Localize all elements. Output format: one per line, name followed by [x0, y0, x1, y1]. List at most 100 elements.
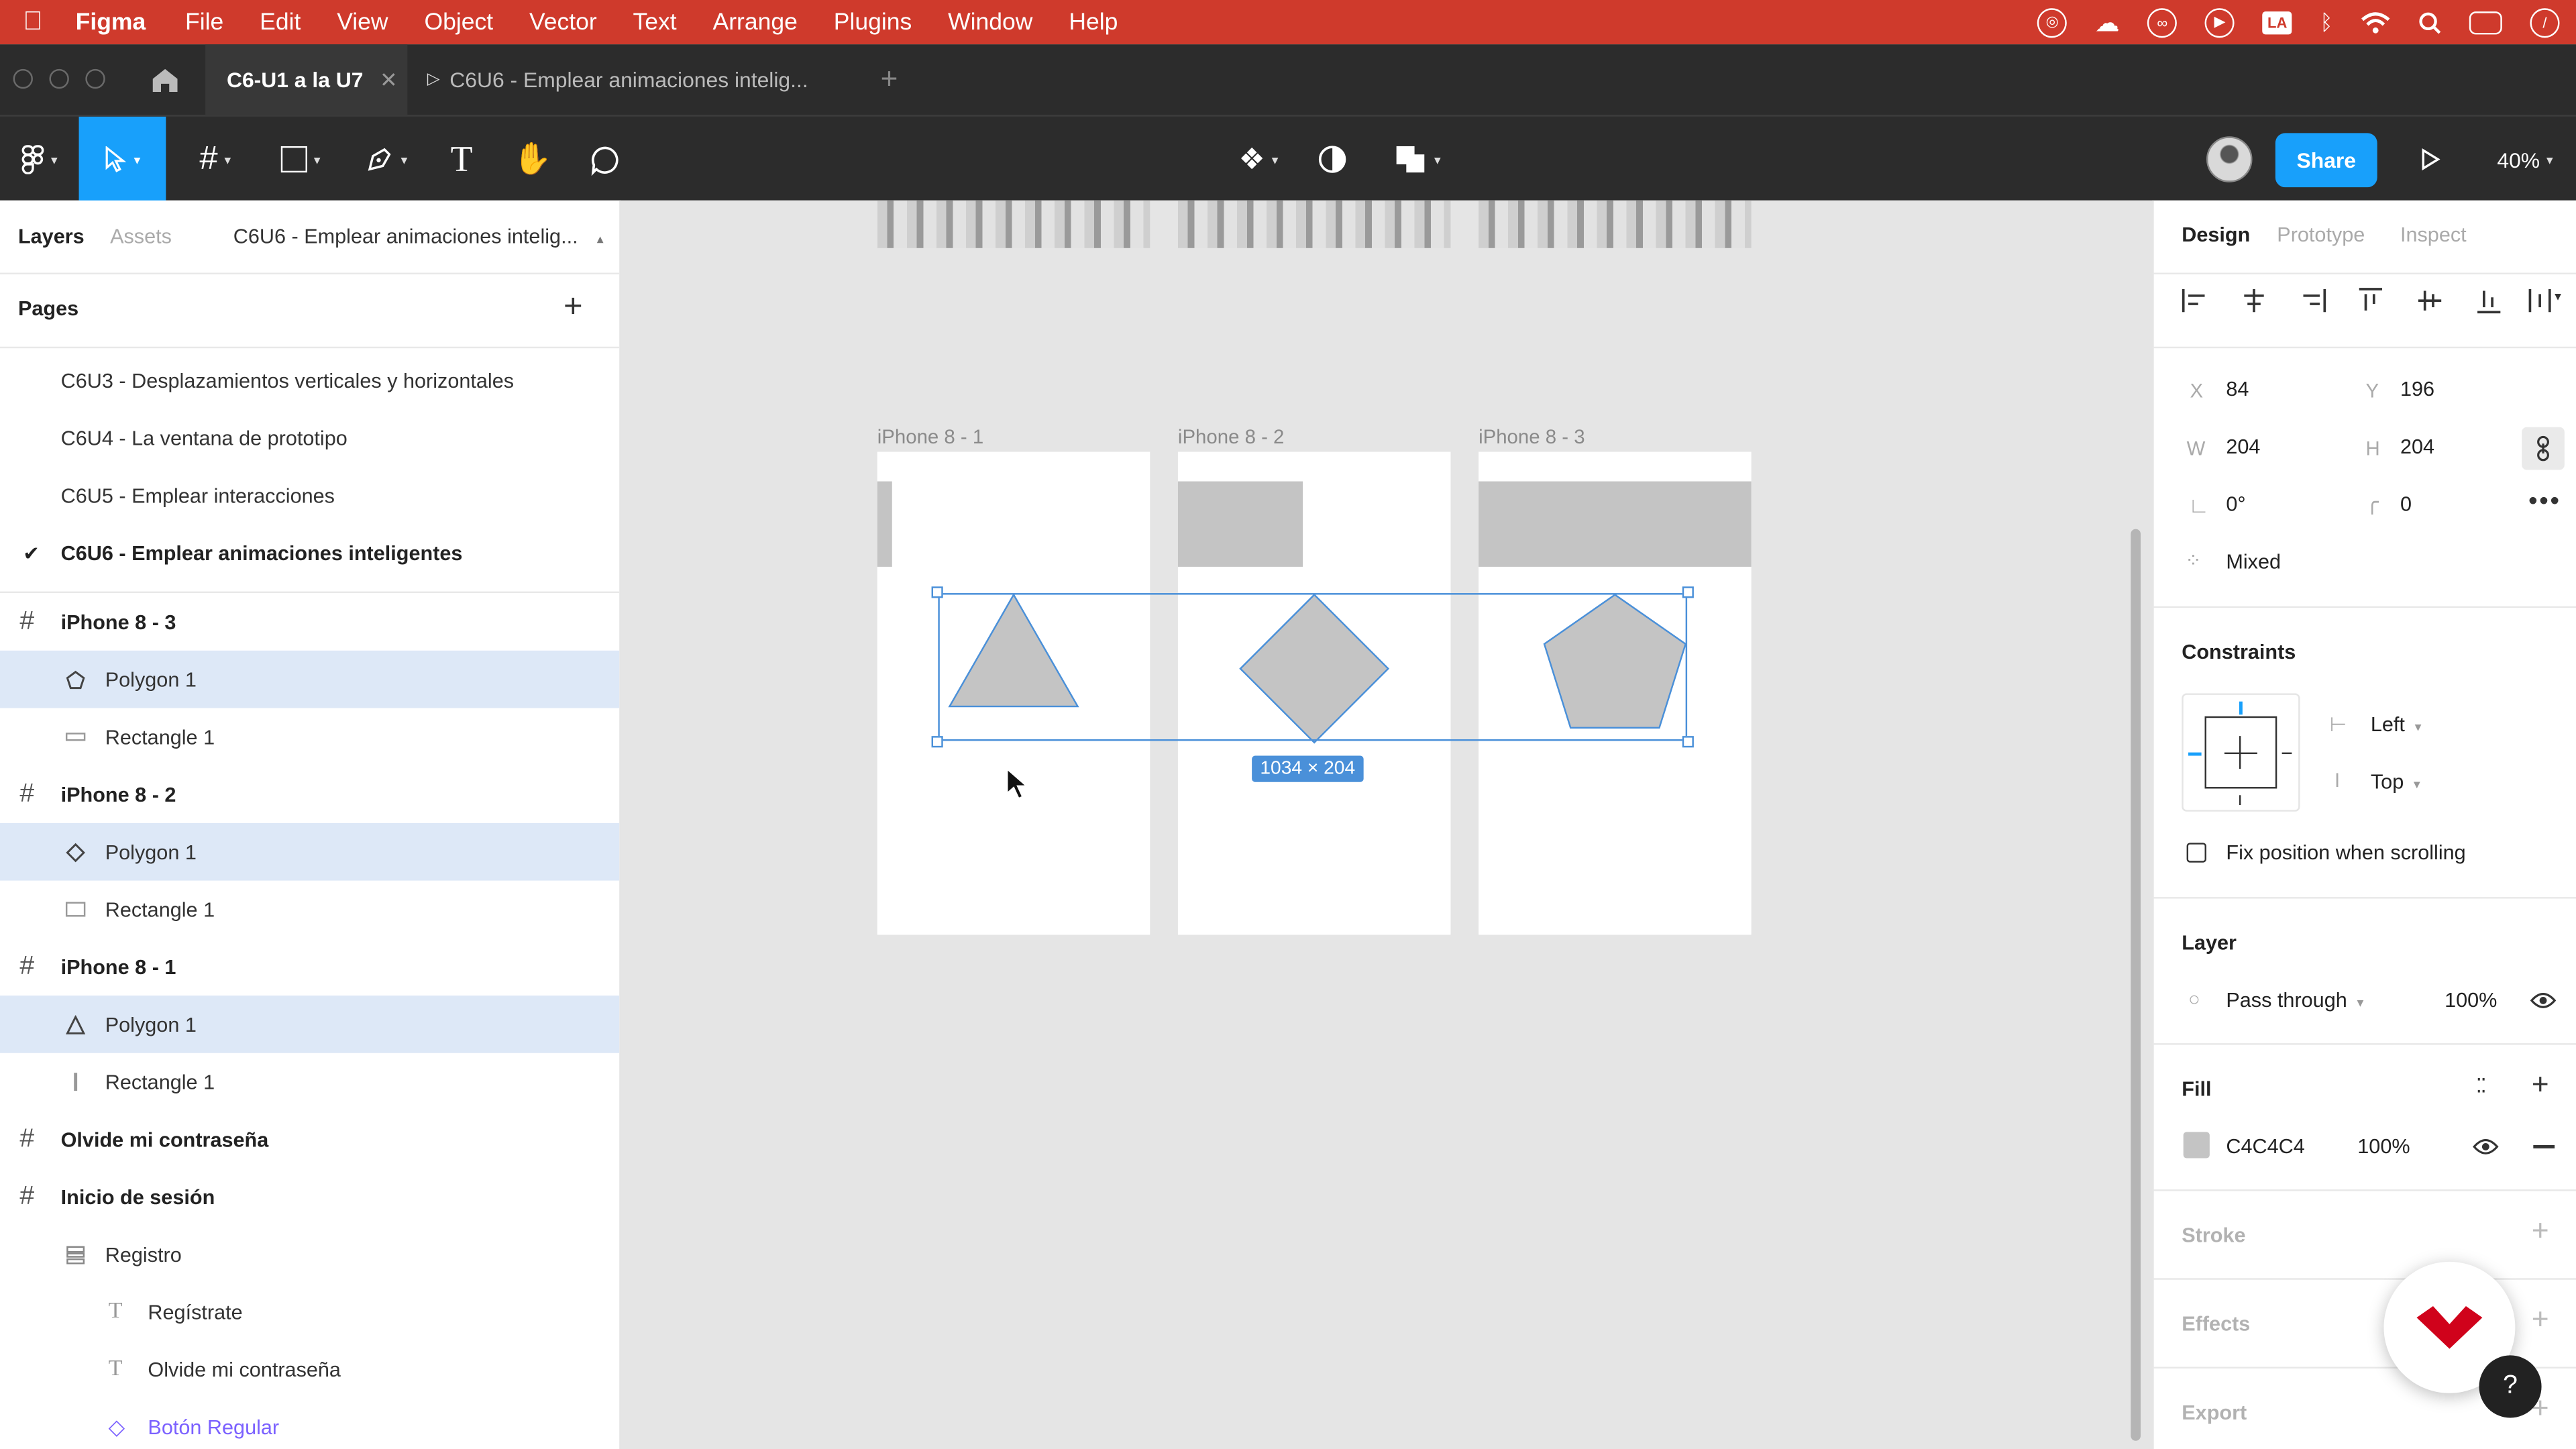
resize-handle[interactable] — [1682, 586, 1694, 598]
layer-row-frame[interactable]: # iPhone 8 - 2 — [0, 765, 619, 823]
frame-label[interactable]: iPhone 8 - 1 — [877, 425, 983, 448]
close-tab-icon[interactable]: ✕ — [380, 66, 398, 93]
y-input[interactable]: 196 — [2400, 378, 2434, 400]
layer-row-text[interactable]: T Olvide mi contraseña — [0, 1340, 619, 1398]
mixed-value[interactable]: Mixed — [2226, 550, 2281, 573]
text-tool-button[interactable]: T — [437, 117, 486, 202]
horizontal-constraint-dropdown[interactable]: Left ▾ — [2371, 713, 2422, 736]
canvas[interactable]: iPhone 8 - 1 iPhone 8 - 2 iPhone 8 - 3 1… — [621, 200, 2153, 1449]
styles-grid-icon[interactable]: ⁚⁚ — [2476, 1075, 2487, 1097]
resize-handle[interactable] — [931, 736, 943, 748]
component-tool-button[interactable]: ❖ ▾ — [1226, 117, 1291, 202]
la-icon[interactable]: LA — [2262, 10, 2292, 34]
remove-fill-button[interactable] — [2533, 1144, 2555, 1148]
apple-icon[interactable]:  — [23, 7, 42, 37]
corner-radius-input[interactable]: 0 — [2400, 493, 2412, 516]
rectangle-shape[interactable] — [1177, 481, 1303, 567]
spotlight-search-icon[interactable] — [2418, 11, 2441, 34]
creative-cloud-icon[interactable]: ◎ — [2037, 7, 2068, 38]
play-status-icon[interactable]: ▶ — [2204, 7, 2235, 38]
page-selector[interactable]: C6U6 - Emplear animaciones intelig... ▴ — [233, 225, 604, 248]
page-item[interactable]: C6U3 - Desplazamientos verticales y hori… — [0, 352, 619, 409]
fill-color-swatch[interactable] — [2183, 1132, 2210, 1159]
height-input[interactable]: 204 — [2400, 435, 2434, 458]
wifi-icon[interactable] — [2361, 11, 2390, 34]
rectangle-shape[interactable] — [1479, 481, 1752, 567]
layer-row-group[interactable]: Registro — [0, 1226, 619, 1283]
tab-assets[interactable]: Assets — [110, 225, 172, 248]
layer-row-polygon[interactable]: Polygon 1 — [0, 822, 620, 881]
sync-icon[interactable]: ∞ — [2147, 7, 2178, 38]
layer-row-frame[interactable]: # iPhone 8 - 3 — [0, 593, 619, 651]
menu-view[interactable]: View — [337, 9, 388, 35]
add-effect-button[interactable]: + — [2532, 1303, 2549, 1337]
fix-position-checkbox[interactable] — [2186, 843, 2206, 863]
fill-hex-input[interactable]: C4C4C4 — [2226, 1135, 2304, 1158]
menu-file[interactable]: File — [185, 9, 223, 35]
align-left-button[interactable] — [2182, 288, 2208, 314]
tab-prototype[interactable]: Prototype — [2277, 223, 2365, 246]
align-horizontal-center-button[interactable] — [2241, 288, 2267, 314]
menu-arrange[interactable]: Arrange — [713, 9, 798, 35]
add-fill-button[interactable]: + — [2532, 1068, 2549, 1102]
resize-handle[interactable] — [931, 586, 943, 598]
layer-opacity-input[interactable]: 100% — [2445, 989, 2497, 1012]
boolean-tool-button[interactable]: ▾ — [1383, 117, 1452, 202]
add-page-button[interactable]: + — [564, 289, 583, 327]
frame-label[interactable]: iPhone 8 - 3 — [1479, 425, 1585, 448]
x-input[interactable]: 84 — [2226, 378, 2249, 400]
more-options-icon[interactable]: ••• — [2528, 488, 2561, 517]
share-button[interactable]: Share — [2275, 132, 2377, 186]
layer-row-component[interactable]: ◇ Botón Regular — [0, 1398, 619, 1449]
tab-design[interactable]: Design — [2182, 223, 2250, 246]
present-button[interactable] — [2408, 117, 2451, 202]
menu-help[interactable]: Help — [1069, 9, 1118, 35]
rotation-input[interactable]: 0° — [2226, 493, 2245, 516]
window-zoom-button[interactable] — [85, 68, 105, 89]
tab-layers[interactable]: Layers — [18, 225, 85, 248]
window-minimize-button[interactable] — [49, 68, 69, 89]
window-close-button[interactable] — [13, 68, 33, 89]
layer-row-polygon[interactable]: Polygon 1 — [0, 996, 620, 1053]
avatar[interactable] — [2203, 117, 2255, 202]
eye-icon[interactable] — [2530, 991, 2557, 1010]
layer-row-frame[interactable]: # Olvide mi contraseña — [0, 1111, 619, 1169]
distribute-dropdown[interactable]: ▾ — [2528, 288, 2568, 314]
tab-inspect[interactable]: Inspect — [2400, 223, 2467, 246]
menu-object[interactable]: Object — [424, 9, 493, 35]
image-frame-top[interactable] — [1177, 200, 1451, 248]
align-top-button[interactable] — [2357, 288, 2383, 314]
bluetooth-icon[interactable]: ᛒ — [2320, 10, 2332, 35]
align-vertical-center-button[interactable] — [2416, 288, 2443, 314]
tab-prototype[interactable]: ▷ C6U6 - Emplear animaciones intelig... — [427, 44, 808, 115]
control-center-icon[interactable] — [2469, 10, 2502, 34]
add-stroke-button[interactable]: + — [2532, 1214, 2549, 1248]
page-item-current[interactable]: ✔ C6U6 - Emplear animaciones inteligente… — [0, 524, 619, 582]
layer-row-rectangle[interactable]: Rectangle 1 — [0, 708, 619, 766]
align-right-button[interactable] — [2300, 288, 2326, 314]
layer-row-frame[interactable]: # iPhone 8 - 1 — [0, 938, 619, 996]
layer-row-rectangle[interactable]: Rectangle 1 — [0, 1053, 619, 1111]
home-icon[interactable] — [151, 67, 179, 93]
menu-edit[interactable]: Edit — [260, 9, 301, 35]
tab-file-active[interactable]: C6-U1 a la U7 ✕ — [205, 44, 408, 115]
vertical-constraint-dropdown[interactable]: Top ▾ — [2371, 771, 2420, 794]
constraint-left-indicator[interactable] — [2188, 752, 2202, 756]
comment-tool-button[interactable] — [580, 117, 629, 202]
image-frame-top[interactable] — [1479, 200, 1752, 248]
clock-icon[interactable]: / — [2530, 7, 2560, 38]
layer-row-text[interactable]: T Regístrate — [0, 1283, 619, 1341]
width-input[interactable]: 204 — [2226, 435, 2260, 458]
rectangle-shape[interactable] — [877, 481, 892, 567]
blend-mode-dropdown[interactable]: Pass through ▾ — [2226, 989, 2363, 1012]
cloud-icon[interactable]: ☁ — [2095, 7, 2120, 37]
menu-app-name[interactable]: Figma — [76, 9, 146, 35]
layer-row-rectangle[interactable]: Rectangle 1 — [0, 881, 619, 938]
constrain-proportions-button[interactable] — [2522, 427, 2565, 470]
resize-handle[interactable] — [1682, 736, 1694, 748]
frame-label[interactable]: iPhone 8 - 2 — [1178, 425, 1284, 448]
fill-opacity-input[interactable]: 100% — [2357, 1135, 2410, 1158]
layer-row-polygon[interactable]: Polygon 1 — [0, 650, 620, 708]
menu-window[interactable]: Window — [948, 9, 1032, 35]
pen-tool-button[interactable]: ▾ — [348, 117, 424, 202]
